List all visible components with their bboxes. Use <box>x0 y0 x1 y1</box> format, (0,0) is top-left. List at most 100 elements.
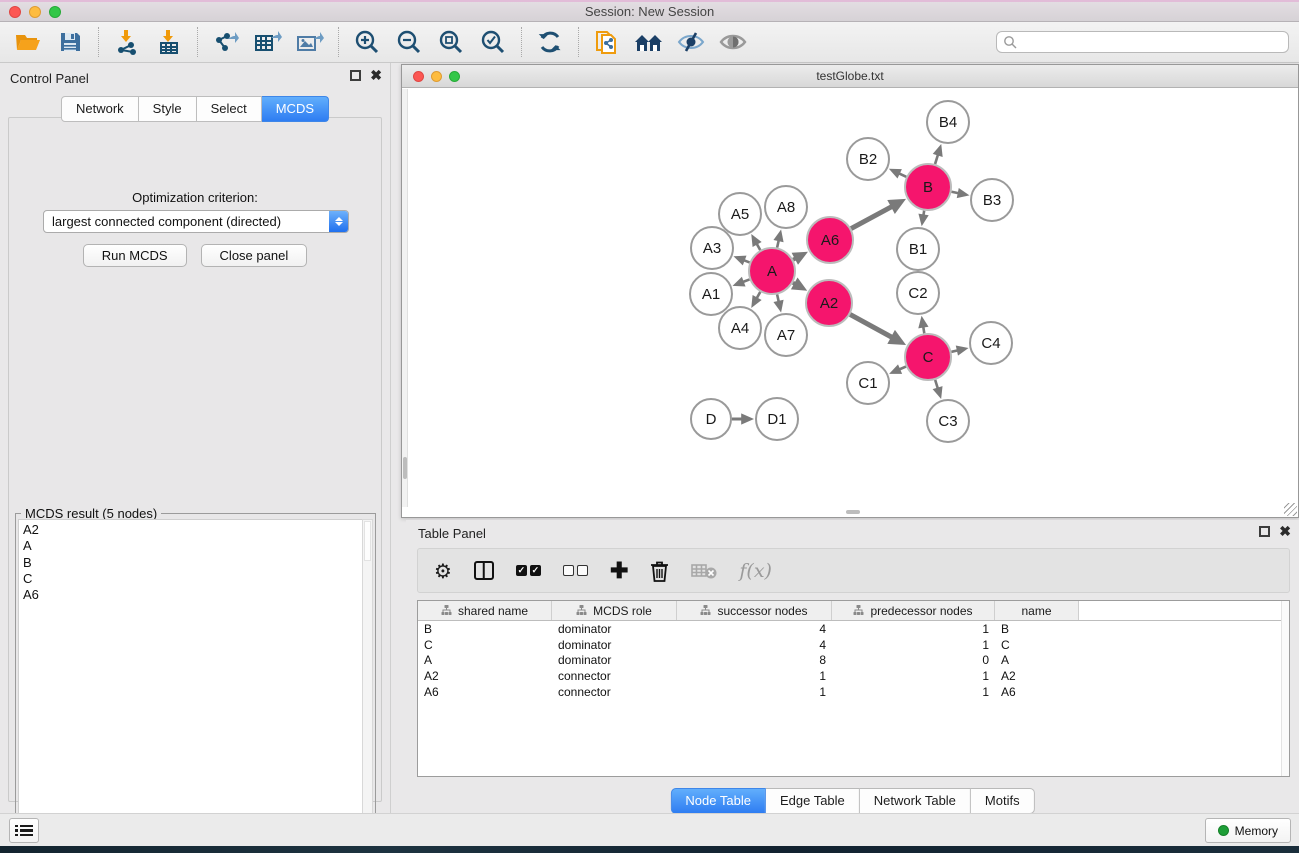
search-field[interactable] <box>996 31 1289 53</box>
export-network-icon[interactable] <box>210 27 242 57</box>
tab-network-table[interactable]: Network Table <box>860 788 971 814</box>
table-cell[interactable]: C <box>995 638 1079 652</box>
table-cell[interactable]: 4 <box>677 638 832 652</box>
table-cell[interactable]: 1 <box>832 638 995 652</box>
node-C1[interactable]: C1 <box>847 362 889 404</box>
edge-A6-B[interactable] <box>851 207 892 229</box>
node-A3[interactable]: A3 <box>691 227 733 269</box>
node-A4[interactable]: A4 <box>719 307 761 349</box>
task-history-button[interactable] <box>9 818 39 843</box>
tab-edge-table[interactable]: Edge Table <box>766 788 860 814</box>
edge-A2-C[interactable] <box>850 314 892 337</box>
table-cell[interactable]: B <box>995 622 1079 636</box>
zoom-in-icon[interactable] <box>351 27 383 57</box>
hide-graphics-details-icon[interactable] <box>675 27 707 57</box>
column-header-MCDS-role[interactable]: MCDS role <box>552 601 677 620</box>
edge-A-A1[interactable] <box>743 279 750 282</box>
tab-select[interactable]: Select <box>197 96 262 122</box>
table-float-panel-icon[interactable] <box>1259 526 1270 537</box>
mcds-result-item[interactable]: A6 <box>23 587 363 603</box>
node-A5[interactable]: A5 <box>719 193 761 235</box>
run-mcds-button[interactable]: Run MCDS <box>83 244 187 267</box>
table-cell[interactable]: A <box>995 653 1079 667</box>
table-cell[interactable]: 1 <box>677 669 832 683</box>
edge-A-A7[interactable] <box>777 294 779 301</box>
edge-B-B4[interactable] <box>935 154 938 164</box>
resize-grip[interactable] <box>1284 503 1297 516</box>
float-panel-icon[interactable] <box>350 70 361 81</box>
edge-A-A4[interactable] <box>757 292 761 298</box>
table-cell[interactable]: A6 <box>995 685 1079 699</box>
node-A2[interactable]: A2 <box>806 280 852 326</box>
table-cell[interactable]: 1 <box>832 669 995 683</box>
column-header-successor-nodes[interactable]: successor nodes <box>677 601 832 620</box>
column-header-predecessor-nodes[interactable]: predecessor nodes <box>832 601 995 620</box>
zoom-out-icon[interactable] <box>393 27 425 57</box>
mcds-result-item[interactable]: A2 <box>23 522 363 538</box>
mcds-list-scrollbar[interactable] <box>362 519 373 847</box>
tab-node-table[interactable]: Node Table <box>670 788 766 814</box>
node-A8[interactable]: A8 <box>765 186 807 228</box>
table-cell[interactable]: 1 <box>832 685 995 699</box>
table-cell[interactable]: 8 <box>677 653 832 667</box>
table-cell[interactable]: 1 <box>832 622 995 636</box>
edge-A-A8[interactable] <box>777 240 779 247</box>
node-C[interactable]: C <box>905 334 951 380</box>
clone-network-icon[interactable] <box>591 27 623 57</box>
table-cell[interactable]: B <box>418 622 552 636</box>
network-canvas[interactable]: B4B2BB3A5A8A6B1A3AA1C2A2A4A7CC4C1C3DD1 <box>409 89 1293 507</box>
zoom-selected-icon[interactable] <box>477 27 509 57</box>
function-builder-icon[interactable]: f(x) <box>739 556 772 586</box>
node-C3[interactable]: C3 <box>927 400 969 442</box>
table-cell[interactable]: connector <box>552 685 677 699</box>
unselect-all-columns-icon[interactable] <box>563 556 588 586</box>
mcds-result-list[interactable]: A2ABCA6 <box>18 519 364 847</box>
node-D1[interactable]: D1 <box>756 398 798 440</box>
node-B1[interactable]: B1 <box>897 228 939 270</box>
edge-B-B3[interactable] <box>952 192 959 193</box>
table-row[interactable]: Bdominator41B <box>418 621 1289 637</box>
zoom-fit-icon[interactable] <box>435 27 467 57</box>
edge-C-C3[interactable] <box>935 380 938 389</box>
node-A7[interactable]: A7 <box>765 314 807 356</box>
delete-table-icon[interactable] <box>691 556 717 586</box>
export-table-icon[interactable] <box>252 27 284 57</box>
show-hide-eye-icon[interactable] <box>717 27 749 57</box>
mcds-result-item[interactable]: C <box>23 571 363 587</box>
table-row[interactable]: A2connector11A2 <box>418 668 1289 684</box>
tab-network[interactable]: Network <box>61 96 139 122</box>
tab-motifs[interactable]: Motifs <box>971 788 1035 814</box>
table-cell[interactable]: dominator <box>552 622 677 636</box>
network-window-titlebar[interactable]: testGlobe.txt <box>402 65 1298 88</box>
table-cell[interactable]: 1 <box>677 685 832 699</box>
node-A1[interactable]: A1 <box>690 273 732 315</box>
mcds-result-item[interactable]: A <box>23 538 363 554</box>
node-D[interactable]: D <box>691 399 731 439</box>
close-panel-button[interactable]: Close panel <box>201 244 308 267</box>
node-B3[interactable]: B3 <box>971 179 1013 221</box>
table-row[interactable]: Adominator80A <box>418 652 1289 668</box>
delete-columns-icon[interactable] <box>650 556 669 586</box>
table-cell[interactable]: A <box>418 653 552 667</box>
edge-C-C2[interactable] <box>923 327 924 334</box>
mcds-result-item[interactable]: B <box>23 555 363 571</box>
column-header-shared-name[interactable]: shared name <box>418 601 552 620</box>
table-cell[interactable]: A6 <box>418 685 552 699</box>
home-icon[interactable] <box>633 27 665 57</box>
node-C2[interactable]: C2 <box>897 272 939 314</box>
table-cell[interactable]: dominator <box>552 653 677 667</box>
table-row[interactable]: Cdominator41C <box>418 637 1289 653</box>
network-horizontal-scrollbar[interactable] <box>409 509 1289 515</box>
show-column-icon[interactable] <box>474 556 494 586</box>
save-session-icon[interactable] <box>54 27 86 57</box>
table-cell[interactable]: 0 <box>832 653 995 667</box>
search-input[interactable] <box>1017 33 1288 51</box>
select-all-columns-icon[interactable]: ✓✓ <box>516 556 541 586</box>
table-cell[interactable]: A2 <box>418 669 552 683</box>
import-table-icon[interactable] <box>153 27 185 57</box>
table-options-gear-icon[interactable]: ⚙ <box>434 556 452 586</box>
edge-B-B2[interactable] <box>899 173 906 176</box>
table-cell[interactable]: connector <box>552 669 677 683</box>
node-B[interactable]: B <box>905 164 951 210</box>
node-B2[interactable]: B2 <box>847 138 889 180</box>
